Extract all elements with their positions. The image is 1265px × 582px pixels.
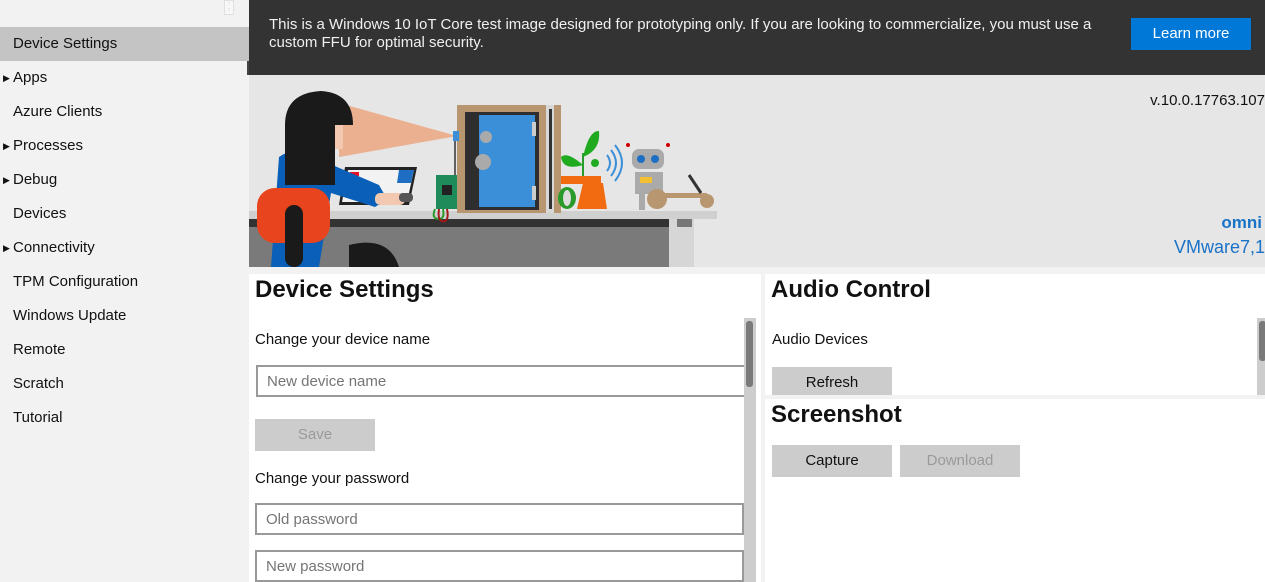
chair-post — [285, 205, 303, 267]
desk-leg-shadow — [677, 219, 692, 227]
sidebar-item-debug[interactable]: ▶ Debug — [0, 163, 249, 197]
sidebar-item-label: Azure Clients — [13, 103, 103, 120]
sidebar-item-tutorial[interactable]: Tutorial — [0, 401, 249, 435]
download-button[interactable]: Download — [900, 445, 1020, 477]
plant-leaf-right — [583, 130, 600, 157]
audio-control-scrollbar[interactable] — [1257, 318, 1265, 395]
sidebar-item-remote[interactable]: Remote — [0, 333, 249, 367]
spool-core — [563, 190, 571, 206]
hero-illustration — [249, 91, 717, 267]
robot-display — [640, 177, 652, 183]
learn-more-button[interactable]: Learn more — [1131, 18, 1251, 50]
safe-side-shadow — [549, 109, 552, 209]
plant-pot — [577, 183, 607, 209]
person-face — [335, 125, 343, 149]
expand-arrow-icon[interactable]: ▶ — [3, 231, 10, 265]
refresh-audio-button[interactable]: Refresh — [772, 367, 892, 395]
safe-hinge-bottom — [532, 186, 536, 200]
device-settings-title: Device Settings — [255, 276, 434, 303]
plant-leaf-left — [561, 155, 583, 167]
device-name: omni — [1221, 213, 1262, 232]
safe-dial — [480, 131, 492, 143]
sidebar-item-label: Devices — [13, 205, 67, 222]
gaze-beam — [339, 103, 457, 157]
robot-eye-right — [651, 155, 659, 163]
mouse — [399, 193, 413, 202]
robot-antenna-left — [626, 143, 630, 147]
device-settings-scrollbar-thumb[interactable] — [746, 321, 753, 387]
test-image-banner: This is a Windows 10 IoT Core test image… — [249, 0, 1265, 75]
robot-antenna-right — [666, 143, 670, 147]
robot-leg — [639, 194, 645, 210]
change-password-label: Change your password — [255, 470, 410, 487]
sidebar-item-label: Scratch — [13, 375, 64, 392]
sidebar-item-label: TPM Configuration — [13, 273, 139, 290]
robot-eye-left — [637, 155, 645, 163]
change-device-name-label: Change your device name — [255, 331, 431, 348]
sidebar-item-label: Windows Update — [13, 307, 127, 324]
audio-control-scrollbar-thumb[interactable] — [1259, 321, 1265, 361]
expand-arrow-icon[interactable]: ▶ — [3, 163, 10, 197]
safe-hinge-top — [532, 122, 536, 136]
cart-base — [657, 193, 707, 198]
sidebar-item-azure-clients[interactable]: Azure Clients — [0, 95, 249, 129]
cart-wheel-large — [647, 189, 667, 209]
sidebar-nav: Device Settings ▶ Apps Azure Clients ▶ Proces… — [0, 27, 249, 435]
device-settings-scrollbar[interactable] — [744, 318, 756, 582]
sidebar-item-processes[interactable]: ▶ Processes — [0, 129, 249, 163]
os-version: v.10.0.17763.107 — [1150, 92, 1265, 109]
audio-control-title: Audio Control — [771, 276, 931, 303]
sidebar-item-scratch[interactable]: Scratch — [0, 367, 249, 401]
sidebar-item-label: Device Settings — [13, 35, 118, 52]
device-name-input[interactable] — [256, 365, 746, 397]
plant-pot-rim — [561, 176, 601, 184]
sidebar-item-label: Debug — [13, 171, 58, 188]
sidebar-item-apps[interactable]: ▶ Apps — [0, 61, 249, 95]
grip-icon: :::: — [227, 1, 231, 13]
device-settings-panel: Device Settings Change your device name … — [249, 274, 761, 582]
sidebar-item-label: Connectivity — [13, 239, 95, 256]
expand-arrow-icon[interactable]: ▶ — [3, 61, 10, 95]
old-password-input[interactable] — [255, 503, 744, 535]
expand-arrow-icon[interactable]: ▶ — [3, 129, 10, 163]
screenshot-panel: Screenshot Capture Download — [765, 399, 1265, 582]
sidebar-item-label: Processes — [13, 137, 84, 154]
sidebar: :::: Device Settings ▶ Apps Azure Clients ▶ P… — [0, 0, 249, 582]
sidebar-item-device-settings[interactable]: Device Settings — [0, 27, 249, 61]
wifi-wave-1 — [606, 154, 611, 172]
audio-devices-label: Audio Devices — [772, 331, 868, 348]
sidebar-item-devices[interactable]: Devices — [0, 197, 249, 231]
robot-head — [632, 149, 664, 169]
sidebar-item-label: Apps — [13, 69, 48, 86]
sidebar-item-windows-update[interactable]: Windows Update — [0, 299, 249, 333]
sidebar-item-label: Remote — [13, 341, 66, 358]
sidebar-collapse-button[interactable]: :::: — [224, 0, 234, 15]
sidebar-item-connectivity[interactable]: ▶ Connectivity — [0, 231, 249, 265]
screenshot-title: Screenshot — [771, 401, 902, 428]
safe-knob — [475, 154, 491, 170]
cart-handle — [687, 174, 703, 194]
audio-control-panel: Audio Control Audio Devices Refresh — [765, 274, 1265, 395]
capture-button[interactable]: Capture — [772, 445, 892, 477]
device-portal: :::: Device Settings ▶ Apps Azure Clients ▶ P… — [0, 0, 1265, 582]
new-password-input[interactable] — [255, 550, 744, 582]
banner-message: This is a Windows 10 IoT Core test image… — [269, 16, 1092, 51]
save-device-name-button[interactable]: Save — [255, 419, 375, 451]
device-model: VMware7,1 — [1173, 237, 1265, 257]
circuit-chip — [442, 185, 452, 195]
sidebar-item-label: Tutorial — [13, 409, 63, 426]
plant-bud — [591, 159, 599, 167]
hero-banner: v.10.0.17763.107 omni VMware7,1 — [249, 75, 1265, 267]
camera-sensor — [453, 131, 459, 141]
sidebar-item-tpm-configuration[interactable]: TPM Configuration — [0, 265, 249, 299]
wifi-wave-2 — [610, 149, 617, 177]
